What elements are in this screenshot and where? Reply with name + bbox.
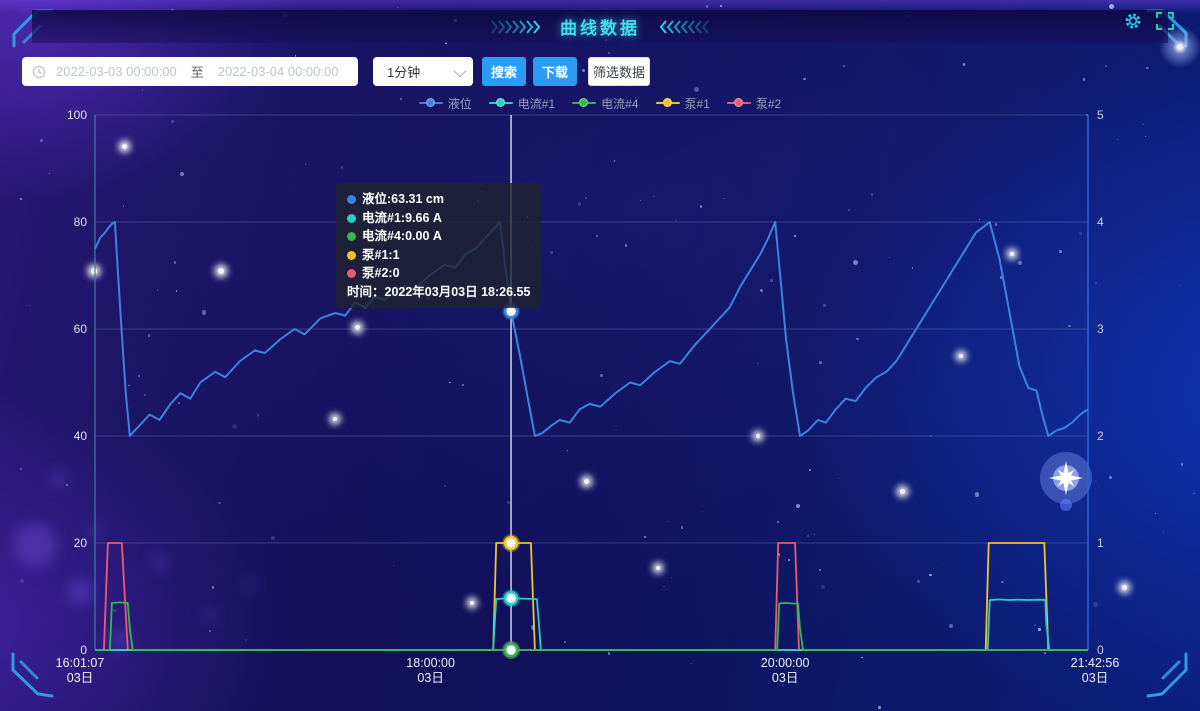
y-right-tick: 0 xyxy=(1097,643,1104,657)
tooltip-series-value: 泵#2:0 xyxy=(362,266,400,280)
series-line-pump-2 xyxy=(95,543,1088,650)
tooltip-series-dot xyxy=(347,232,356,241)
x-tick-day: 03日 xyxy=(417,671,443,685)
x-tick-time: 18:00:00 xyxy=(406,656,455,670)
crosshair-marker-current-4 xyxy=(505,644,517,656)
chart-tooltip: 液位:63.31 cm 电流#1:9.66 A 电流#4:0.00 A 泵#1:1 泵#… xyxy=(336,183,541,308)
series-line-pump-1 xyxy=(95,543,1088,650)
tooltip-row: 泵#1:1 xyxy=(347,246,530,265)
tooltip-row: 电流#1:9.66 A xyxy=(347,209,530,228)
y-right-tick: 1 xyxy=(1097,536,1104,550)
chart-area[interactable]: 10058046034022010016:01:0703日18:00:0003日… xyxy=(0,0,1200,711)
tooltip-series-value: 电流#4:0.00 A xyxy=(362,229,442,243)
y-right-tick: 3 xyxy=(1097,322,1104,336)
y-left-tick: 40 xyxy=(74,429,88,443)
tooltip-series-dot xyxy=(347,195,356,204)
x-tick-time: 21:42:56 xyxy=(1071,656,1120,670)
y-right-tick: 2 xyxy=(1097,429,1104,443)
y-left-tick: 80 xyxy=(74,215,88,229)
crosshair-marker-pump-1 xyxy=(505,537,517,549)
tooltip-series-dot xyxy=(347,251,356,260)
y-left-tick: 20 xyxy=(74,536,88,550)
y-left-tick: 100 xyxy=(67,108,87,122)
tooltip-row: 电流#4:0.00 A xyxy=(347,227,530,246)
tooltip-series-dot xyxy=(347,214,356,223)
tooltip-series-dot xyxy=(347,269,356,278)
series-line-current-1 xyxy=(95,598,1088,650)
x-tick-day: 03日 xyxy=(67,671,93,685)
tooltip-series-value: 泵#1:1 xyxy=(362,248,400,262)
crosshair-marker-current-1 xyxy=(505,592,517,604)
tooltip-time: 时间：2022年03月03日 18:26.55 xyxy=(347,283,530,302)
y-left-tick: 60 xyxy=(74,322,88,336)
x-tick-time: 20:00:00 xyxy=(761,656,810,670)
x-tick-day: 03日 xyxy=(1082,671,1108,685)
tooltip-row: 液位:63.31 cm xyxy=(347,190,530,209)
x-tick-day: 03日 xyxy=(772,671,798,685)
tooltip-series-value: 电流#1:9.66 A xyxy=(362,211,442,225)
y-right-tick: 5 xyxy=(1097,108,1104,122)
tooltip-series-value: 液位:63.31 cm xyxy=(362,192,444,206)
tooltip-row: 泵#2:0 xyxy=(347,264,530,283)
y-right-tick: 4 xyxy=(1097,215,1104,229)
x-tick-time: 16:01:07 xyxy=(56,656,105,670)
series-line-current-4 xyxy=(95,602,1088,650)
y-left-tick: 0 xyxy=(80,643,87,657)
